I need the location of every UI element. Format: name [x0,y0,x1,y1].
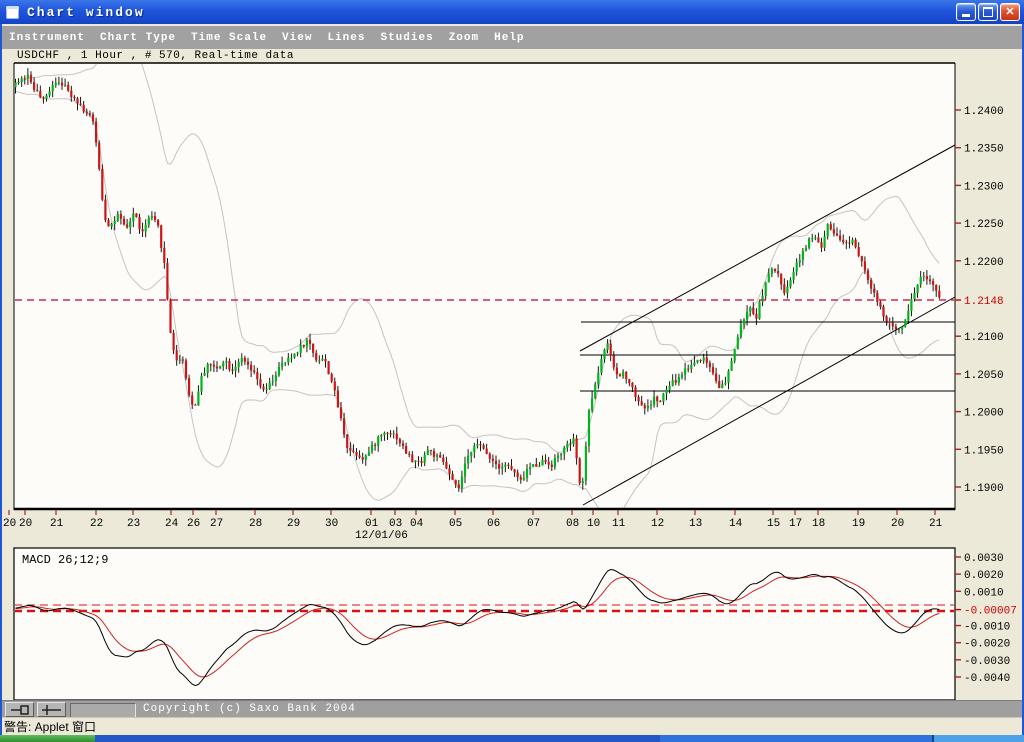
chart-window: Chart window ✕ Instrument Chart Type Time … [0,0,1024,742]
svg-text:0.0010: 0.0010 [964,587,1004,599]
window-frame-left [0,24,2,735]
menu-item-lines[interactable]: Lines [327,32,365,44]
svg-text:0.0030: 0.0030 [964,553,1004,565]
svg-text:-0.0030: -0.0030 [964,656,1010,668]
window-close-button[interactable]: ✕ [1000,3,1020,21]
applet-warning-bar: 警告: Applet 窗口 [0,717,1024,736]
svg-text:-0.0010: -0.0010 [964,622,1010,634]
svg-text:-0.0040: -0.0040 [964,673,1010,685]
window-restore-button[interactable] [978,3,998,21]
chart-header: USDCHF , 1 Hour , # 570, Real-time data [17,50,294,62]
crosshair-button[interactable] [37,702,66,717]
system-tray[interactable] [932,735,1024,742]
pin-right-icon [11,705,29,715]
macd-axis-labels: 0.0030 0.0020 0.0010 -0.0010 -0.0020 -0.0030 -… [955,553,1017,685]
toolbar-track[interactable] [70,703,136,718]
window-icon [6,5,19,19]
menu-item-studies[interactable]: Studies [380,32,433,44]
window-minimize-button[interactable] [956,3,976,21]
menu-item-chart-type[interactable]: Chart Type [100,32,176,44]
minimize-icon [962,14,970,17]
title-bar: Chart window ✕ [0,0,1024,24]
copyright-text: Copyright (c) Saxo Bank 2004 [143,703,356,715]
taskbar [0,735,1024,742]
taskbar-window-button[interactable] [95,735,660,742]
chart-plot-area[interactable] [14,63,955,510]
window-title: Chart window [27,4,145,20]
svg-text:-0.0020: -0.0020 [964,639,1010,651]
macd-current-label: -0.00007 [964,606,1017,618]
bottom-toolbar: Copyright (c) Saxo Bank 2004 [0,700,1024,718]
menu-item-zoom[interactable]: Zoom [449,32,479,44]
menu-item-view[interactable]: View [282,32,312,44]
menu-item-help[interactable]: Help [494,32,524,44]
time-axis[interactable] [14,510,955,538]
close-icon: ✕ [1005,6,1015,18]
menu-item-time-scale[interactable]: Time Scale [191,32,267,44]
pin-right-button[interactable] [5,702,34,717]
restore-icon [983,7,993,17]
start-button-fragment[interactable] [0,735,95,742]
menu-item-instrument[interactable]: Instrument [9,32,85,44]
svg-text:0.0020: 0.0020 [964,570,1004,582]
macd-panel-area[interactable] [14,548,955,700]
price-axis[interactable] [955,63,1024,510]
menu-bar: Instrument Chart Type Time Scale View Lines S… [0,24,1024,49]
crosshair-icon [42,705,61,715]
